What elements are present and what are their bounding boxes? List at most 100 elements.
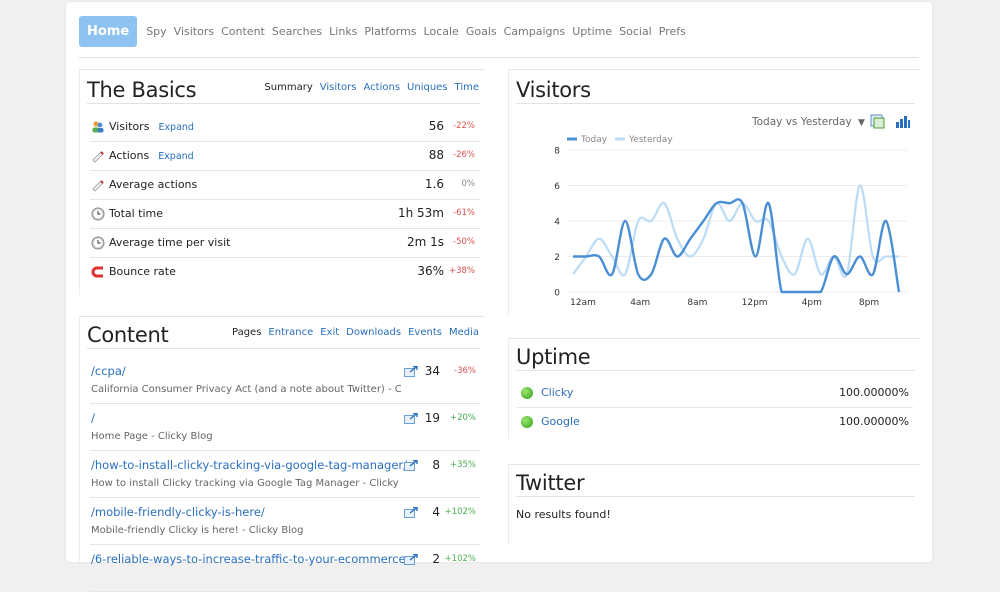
external-link-icon[interactable] (404, 460, 418, 471)
nav-item-links[interactable]: Links (329, 25, 357, 38)
nav-item-prefs[interactable]: Prefs (659, 25, 686, 38)
visitors-expand-link[interactable]: Expand (158, 122, 194, 133)
y-tick-label: 6 (554, 182, 560, 192)
content-description: Mobile-friendly Clicky is here! - Clicky… (91, 525, 304, 536)
compare-dropdown-label: Today vs Yesterday (752, 116, 852, 128)
content-change: +102% (444, 507, 476, 517)
clock-icon (91, 236, 105, 250)
basics-title: The Basics (87, 78, 197, 102)
actions-value: 88 (428, 148, 444, 162)
content-description: How to install Clicky tracking via Googl… (91, 478, 401, 489)
average-actions-value: 1.6 (424, 177, 444, 191)
tab-downloads[interactable]: Downloads (346, 327, 401, 338)
bar-chart-icon[interactable] (895, 114, 910, 129)
visitors-value: 56 (428, 119, 444, 133)
average-time-change: -50% (453, 237, 475, 247)
content-path-link[interactable]: /ccpa/ (91, 364, 126, 378)
content-description: Home Page - Clicky Blog (91, 431, 213, 442)
visitors-label: Visitors Expand (109, 120, 194, 133)
bounce-rate-change: +38% (448, 266, 475, 276)
twitter-title: Twitter (516, 471, 585, 495)
legend-label: Today (580, 135, 608, 145)
twitter-panel: Twitter No results found! (508, 464, 920, 545)
y-tick-label: 2 (554, 253, 560, 263)
tab-visitors[interactable]: Visitors (320, 82, 357, 93)
average-time-value: 2m 1s (406, 235, 444, 249)
nav-item-searches[interactable]: Searches (272, 25, 322, 38)
basics-divider (87, 103, 480, 104)
y-tick-label: 0 (554, 289, 560, 299)
nav-item-campaigns[interactable]: Campaigns (504, 25, 566, 38)
visitors-divider (516, 103, 915, 104)
tab-uniques[interactable]: Uniques (407, 82, 447, 93)
content-value: 2 (432, 552, 440, 566)
tab-pages[interactable]: Pages (232, 327, 261, 338)
total-time-value: 1h 53m (397, 206, 444, 220)
actions-expand-link[interactable]: Expand (158, 151, 194, 162)
bounce-rate-value: 36% (417, 264, 444, 278)
visitors-label-text: Visitors (109, 120, 150, 133)
top-nav: Home Spy Visitors Content Searches Links… (79, 15, 693, 48)
content-value: 8 (432, 458, 440, 472)
content-row: /mobile-friendly-clicky-is-here/ Mobile-… (90, 498, 480, 545)
tab-time[interactable]: Time (455, 82, 479, 93)
uptime-divider (516, 370, 915, 371)
tab-summary[interactable]: Summary (264, 82, 312, 93)
content-path-link[interactable]: /mobile-friendly-clicky-is-here/ (91, 505, 265, 519)
content-path-link[interactable]: / (91, 411, 95, 425)
x-tick-label: 8am (687, 298, 707, 308)
nav-item-goals[interactable]: Goals (466, 25, 497, 38)
nav-item-content[interactable]: Content (221, 25, 265, 38)
status-up-icon (521, 416, 533, 428)
nav-item-locale[interactable]: Locale (424, 25, 459, 38)
tab-entrance[interactable]: Entrance (268, 327, 313, 338)
visitors-line-chart: Today Yesterday 0 2 4 6 8 12am 4am 8am 12pm 4pm 8pm (554, 135, 907, 308)
uptime-value: 100.00000% (839, 386, 909, 399)
tab-events[interactable]: Events (408, 327, 442, 338)
uptime-site-link[interactable]: Clicky (541, 386, 573, 399)
export-icon[interactable] (870, 114, 885, 129)
external-link-icon[interactable] (404, 413, 418, 424)
y-tick-label: 4 (554, 218, 560, 228)
content-tabs: Pages Entrance Exit Downloads Events Med… (232, 327, 479, 338)
content-panel: Content Pages Entrance Exit Downloads Ev… (79, 316, 485, 592)
average-time-label: Average time per visit (109, 236, 231, 249)
nav-divider (79, 57, 919, 58)
basics-row-average-actions: Average actions 1.6 0% (90, 170, 480, 200)
content-title: Content (87, 323, 169, 347)
chevron-down-icon: ▼ (858, 118, 865, 128)
tab-exit[interactable]: Exit (320, 327, 339, 338)
nav-item-spy[interactable]: Spy (146, 25, 166, 38)
bounce-icon (91, 266, 103, 278)
uptime-panel: Uptime Clicky 100.00000% Google 100.0000… (508, 338, 920, 439)
tab-actions[interactable]: Actions (364, 82, 401, 93)
nav-item-platforms[interactable]: Platforms (364, 25, 416, 38)
clock-icon (91, 207, 105, 221)
y-tick-label: 8 (554, 147, 560, 157)
content-row: / Home Page - Clicky Blog 19 +20% (90, 404, 480, 451)
nav-item-visitors[interactable]: Visitors (174, 25, 214, 38)
dashboard-page: Home Spy Visitors Content Searches Links… (66, 2, 932, 592)
content-divider (87, 348, 480, 349)
x-tick-label: 8pm (859, 298, 879, 308)
tab-media[interactable]: Media (449, 327, 479, 338)
compare-dropdown[interactable]: Today vs Yesterday ▼ (752, 116, 865, 128)
actions-label: Actions Expand (109, 149, 194, 162)
nav-item-uptime[interactable]: Uptime (572, 25, 612, 38)
uptime-site-link[interactable]: Google (541, 415, 580, 428)
content-path-link[interactable]: /6-reliable-ways-to-increase-traffic-to-… (91, 552, 406, 566)
uptime-value: 100.00000% (839, 415, 909, 428)
basics-row-total-time: Total time 1h 53m -61% (90, 199, 480, 229)
basics-row-actions: Actions Expand 88 -26% (90, 141, 480, 171)
nav-home-button[interactable]: Home (79, 16, 138, 47)
actions-label-text: Actions (109, 149, 150, 162)
content-change: +35% (449, 460, 476, 470)
uptime-title: Uptime (516, 345, 591, 369)
external-link-icon[interactable] (404, 507, 418, 518)
basics-row-bounce-rate: Bounce rate 36% +38% (90, 257, 480, 286)
nav-item-social[interactable]: Social (619, 25, 652, 38)
legend-label: Yesterday (628, 135, 673, 145)
basics-row-average-time: Average time per visit 2m 1s -50% (90, 228, 480, 258)
external-link-icon[interactable] (404, 366, 418, 377)
content-path-link[interactable]: /how-to-install-clicky-tracking-via-goog… (91, 458, 407, 472)
